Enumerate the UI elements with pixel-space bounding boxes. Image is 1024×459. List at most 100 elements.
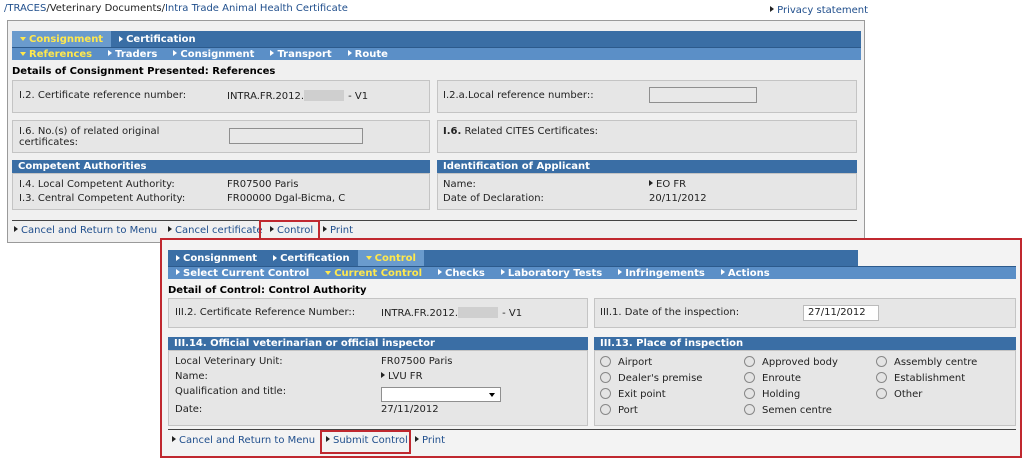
central-auth-value: FR00000 Dgal-Bicma, C xyxy=(227,193,346,204)
chevron-down-icon xyxy=(365,256,372,260)
subtab-transport[interactable]: Transport xyxy=(262,49,339,60)
print-link[interactable]: Print xyxy=(323,225,353,236)
radio-approved-body[interactable] xyxy=(744,356,755,367)
redacted-block xyxy=(458,307,499,318)
date-value: 27/11/2012 xyxy=(381,404,439,415)
control-panel: Consignment Certification Control Select… xyxy=(160,238,1022,458)
tab-control[interactable]: Control xyxy=(357,250,424,266)
place-establishment-label: Establishment xyxy=(894,373,966,384)
subtab-label: Current Control xyxy=(334,267,423,279)
tab-label: Control xyxy=(374,252,416,264)
qualification-select[interactable] xyxy=(381,387,501,402)
qualification-label: Qualification and title: xyxy=(175,386,287,397)
subtab-select-current-control[interactable]: Select Current Control xyxy=(168,268,317,279)
control-sub-tabs: Select Current Control Current Control C… xyxy=(168,266,1016,279)
radio-airport[interactable] xyxy=(600,356,611,367)
action-label: Print xyxy=(422,435,446,446)
subtab-label: References xyxy=(29,48,93,60)
official-vet-header: III.14. Official veterinarian or officia… xyxy=(168,337,588,350)
date-decl-label: Date of Declaration: xyxy=(443,193,544,204)
place-other-label: Other xyxy=(894,389,923,400)
radio-enroute[interactable] xyxy=(744,372,755,383)
cert-ref-value: INTRA.FR.2012. - V1 xyxy=(227,90,368,102)
control-cert-ref-box: III.2. Certificate Reference Number:: IN… xyxy=(168,298,588,328)
inspection-date-input[interactable]: 27/11/2012 xyxy=(803,305,879,321)
radio-dealers-premise[interactable] xyxy=(600,372,611,383)
action-label: Cancel certificate xyxy=(175,225,263,236)
arrow-right-icon xyxy=(108,49,113,56)
place-assembly-centre-label: Assembly centre xyxy=(894,357,978,368)
radio-other[interactable] xyxy=(876,388,887,399)
related-orig-input[interactable] xyxy=(229,128,363,144)
place-airport-label: Airport xyxy=(618,357,653,368)
subtab-label: Traders xyxy=(115,48,158,60)
radio-holding[interactable] xyxy=(744,388,755,399)
radio-establishment[interactable] xyxy=(876,372,887,383)
radio-port[interactable] xyxy=(600,404,611,415)
control-title: Detail of Control: Control Authority xyxy=(168,285,367,296)
radio-assembly-centre[interactable] xyxy=(876,356,887,367)
place-dealers-premise-label: Dealer's premise xyxy=(618,373,703,384)
subtab-checks[interactable]: Checks xyxy=(430,268,493,279)
vet-name-value: LVU FR xyxy=(388,371,423,382)
lvu-label: Local Veterinary Unit: xyxy=(175,356,283,367)
applicant-header: Identification of Applicant xyxy=(437,160,857,173)
tab-certification[interactable]: Certification xyxy=(265,250,358,266)
local-ref-input[interactable] xyxy=(649,87,757,103)
vet-name-link[interactable]: LVU FR xyxy=(381,371,423,382)
cert-ref-label: I.2. Certificate reference number: xyxy=(19,90,187,101)
arrow-right-icon xyxy=(618,268,623,275)
place-semen-centre-label: Semen centre xyxy=(762,405,832,416)
chevron-down-icon xyxy=(20,37,26,41)
action-label: Cancel and Return to Menu xyxy=(21,225,158,236)
lvu-value: FR07500 Paris xyxy=(381,356,453,367)
tab-label: Consignment xyxy=(29,33,104,45)
local-auth-value: FR07500 Paris xyxy=(227,179,299,190)
subtab-label: Consignment xyxy=(180,48,255,60)
subtab-current-control[interactable]: Current Control xyxy=(317,268,430,279)
inspection-date-box: III.1. Date of the inspection: 27/11/201… xyxy=(594,298,1016,328)
tab-consignment[interactable]: Consignment xyxy=(168,250,265,266)
applicant-name-label: Name: xyxy=(443,179,476,190)
competent-authorities-box: I.4. Local Competent Authority: FR07500 … xyxy=(12,173,430,210)
applicant-name-link[interactable]: EO FR xyxy=(649,179,686,190)
tab-certification[interactable]: Certification xyxy=(111,31,204,47)
arrow-right-icon xyxy=(173,49,178,56)
subtab-actions[interactable]: Actions xyxy=(713,268,778,279)
print-link[interactable]: Print xyxy=(415,435,445,446)
arrow-right-icon xyxy=(323,226,327,232)
cancel-certificate-link[interactable]: Cancel certificate xyxy=(168,225,263,236)
subtab-consignment[interactable]: Consignment xyxy=(165,49,262,60)
radio-semen-centre[interactable] xyxy=(744,404,755,415)
tab-consignment[interactable]: Consignment xyxy=(12,31,112,47)
consignment-panel: Consignment Certification References Tra… xyxy=(7,20,865,243)
subtab-laboratory-tests[interactable]: Laboratory Tests xyxy=(493,268,610,279)
privacy-statement-link[interactable]: Privacy statement xyxy=(770,5,868,16)
competent-authorities-header: Competent Authorities xyxy=(12,160,430,173)
subtab-traders[interactable]: Traders xyxy=(100,49,165,60)
cert-ref-prefix: INTRA.FR.2012. xyxy=(227,91,305,102)
related-cites-text: Related CITES Certificates: xyxy=(464,126,599,137)
breadcrumb-section: /Veterinary Documents/ xyxy=(46,3,165,14)
inspection-date-label: III.1. Date of the inspection: xyxy=(600,307,740,318)
breadcrumb-home[interactable]: /TRACES xyxy=(4,3,46,14)
breadcrumb-current[interactable]: Intra Trade Animal Health Certificate xyxy=(165,3,348,14)
subtab-infringements[interactable]: Infringements xyxy=(610,268,713,279)
related-orig-label: I.6. No.(s) of related original certific… xyxy=(19,126,160,148)
subtab-references[interactable]: References xyxy=(12,49,100,60)
privacy-statement-label: Privacy statement xyxy=(777,5,868,16)
subtab-label: Route xyxy=(354,48,388,60)
subtab-label: Select Current Control xyxy=(183,267,310,279)
local-ref-box: I.2.a.Local reference number:: xyxy=(437,80,857,113)
cancel-return-menu-link[interactable]: Cancel and Return to Menu xyxy=(172,435,315,446)
radio-exit-point[interactable] xyxy=(600,388,611,399)
subtab-route[interactable]: Route xyxy=(340,49,396,60)
highlight-submit-control xyxy=(320,430,411,454)
action-label: Print xyxy=(330,225,354,236)
sub-tabs: References Traders Consignment Transport… xyxy=(12,47,861,60)
place-holding-label: Holding xyxy=(762,389,801,400)
central-auth-label: I.3. Central Competent Authority: xyxy=(19,193,186,204)
cancel-return-menu-link[interactable]: Cancel and Return to Menu xyxy=(14,225,157,236)
page-title: Details of Consignment Presented: Refere… xyxy=(12,66,276,77)
arrow-right-icon xyxy=(176,255,180,261)
